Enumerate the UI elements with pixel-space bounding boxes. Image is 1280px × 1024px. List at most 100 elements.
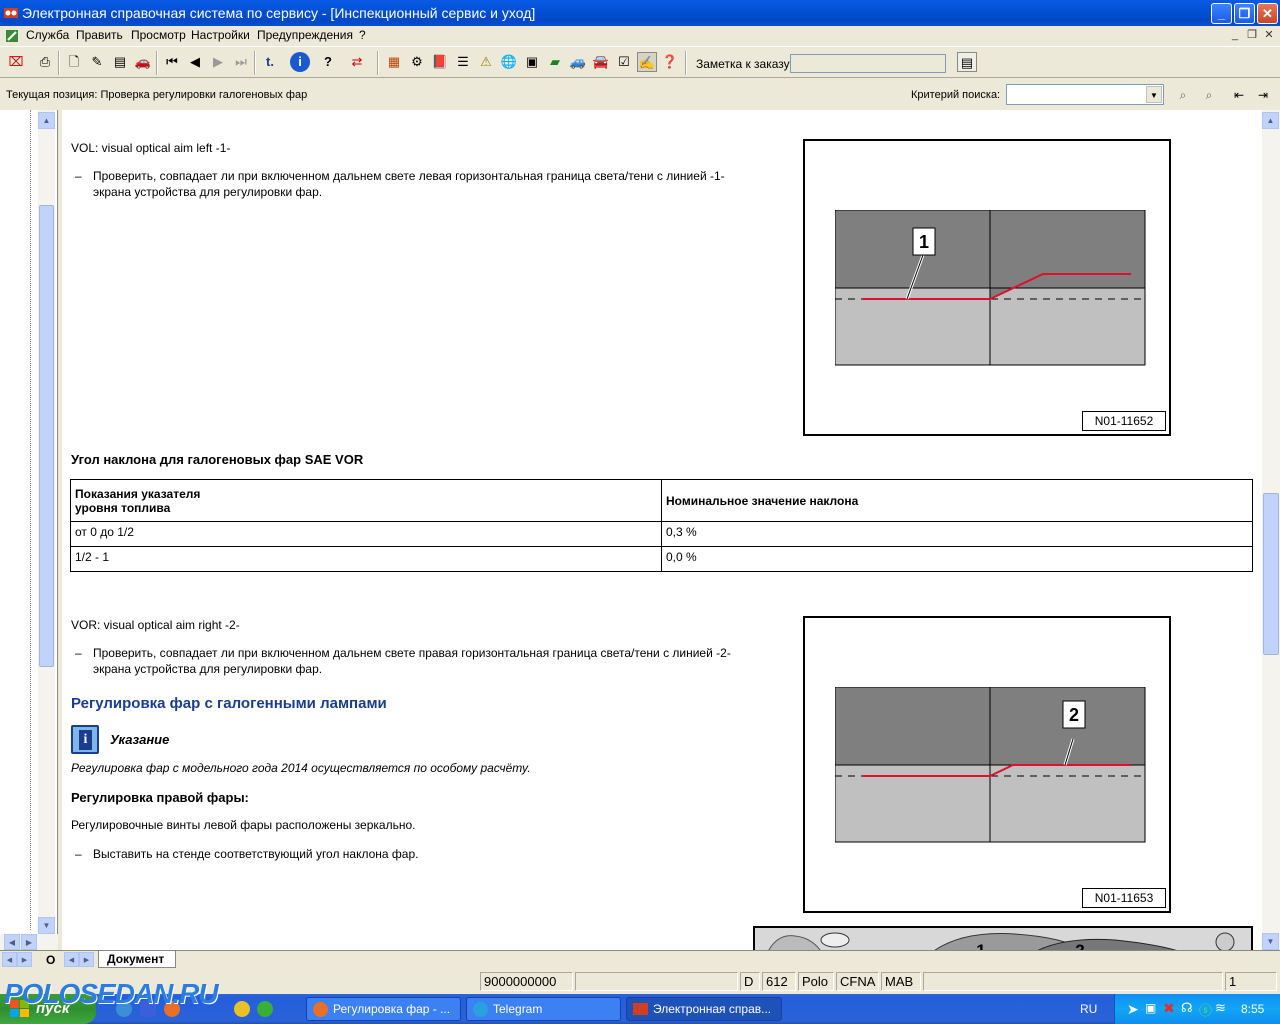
last-page-icon[interactable]: ⏭ <box>231 52 251 72</box>
doc-tab-scroll-left-icon[interactable]: ◀ <box>64 952 79 967</box>
right-headlight-heading: Регулировка правой фары: <box>71 790 249 805</box>
quicklaunch-app-icon[interactable] <box>257 1001 273 1017</box>
next-page-icon[interactable]: ▶ <box>208 52 228 72</box>
menu-settings[interactable]: Настройки <box>191 28 250 42</box>
vor-step-continued: экрана устройства для регулировки фар. <box>93 662 323 676</box>
document-vertical-scrollbar[interactable]: ▲ ▼ <box>1262 110 1280 950</box>
tab-document[interactable]: Документ <box>98 951 176 968</box>
globe-icon[interactable]: 🌐 <box>499 52 519 72</box>
navigation-tree-pane[interactable]: ▲ ▼ ◀ ▶ <box>0 110 58 950</box>
document-window-icon[interactable] <box>4 28 20 44</box>
notes-icon[interactable]: ▤ <box>110 52 130 72</box>
info-icon[interactable]: i <box>290 52 310 72</box>
taskbar-item-service-system[interactable]: Электронная справ... <box>626 997 782 1021</box>
wifi-icon[interactable]: ≋ <box>1215 1000 1226 1016</box>
tab-scroll-left-icon[interactable]: ◀ <box>2 952 17 967</box>
tab-left-pane[interactable]: О <box>46 953 55 967</box>
taskbar-item-firefox[interactable]: Регулировка фар - ... <box>306 997 461 1021</box>
service-app-icon <box>633 1003 648 1015</box>
tools-icon[interactable]: ⚙ <box>407 52 427 72</box>
table-cell: 1/2 - 1 <box>70 546 662 572</box>
search-prev-icon[interactable]: ⌕ <box>1172 84 1194 106</box>
status-page: 1 <box>1225 972 1277 991</box>
search-criteria-select[interactable]: ▼ <box>1006 84 1164 105</box>
expand-icon[interactable]: ⇥ <box>1252 84 1274 106</box>
mdi-close-button[interactable]: ✕ <box>1262 29 1276 41</box>
close-button[interactable]: ✕ <box>1257 3 1278 24</box>
order-note-button[interactable]: ▤ <box>957 52 977 72</box>
tree-scroll-thumb[interactable] <box>39 205 54 667</box>
status-gearbox: MAB <box>881 972 921 991</box>
right-headlight-step: Выставить на стенде соответствующий угол… <box>93 847 419 861</box>
green-book-icon[interactable]: ▰ <box>545 52 565 72</box>
car-search-icon[interactable]: 🚘 <box>591 52 611 72</box>
taskbar-item-telegram[interactable]: Telegram <box>466 997 621 1021</box>
vol-step-continued: экрана устройства для регулировки фар. <box>93 185 323 199</box>
help-icon[interactable]: ? <box>318 52 338 72</box>
network-icon[interactable]: ▣ <box>1145 1001 1156 1015</box>
scroll-up-icon[interactable]: ▲ <box>38 112 55 129</box>
document-scroll-thumb[interactable] <box>1263 493 1279 655</box>
menu-service[interactable]: Служба <box>26 28 69 42</box>
headset-icon[interactable]: ☊ <box>1181 1000 1193 1016</box>
print-icon[interactable]: ⎙ <box>35 52 55 72</box>
telegram-icon <box>473 1002 488 1017</box>
menu-help[interactable]: ? <box>359 28 366 42</box>
scroll-left-icon[interactable]: ◀ <box>4 934 20 950</box>
vehicle-icon[interactable]: 🚗 <box>133 52 153 72</box>
menu-view[interactable]: Просмотр <box>131 28 186 42</box>
tree-horizontal-scrollbar[interactable]: ◀ ▶ <box>0 934 58 950</box>
scroll-down-icon[interactable]: ▼ <box>1262 933 1279 950</box>
aim-screen-right-diagram: 2 <box>835 687 1146 843</box>
exit-icon[interactable]: ⌧ <box>6 52 26 72</box>
previous-page-icon[interactable]: ◀ <box>185 52 205 72</box>
checklist-icon[interactable]: ☑ <box>614 52 634 72</box>
quicklaunch-chrome-icon[interactable] <box>234 1001 250 1017</box>
tab-scroll-right-icon[interactable]: ▶ <box>17 952 32 967</box>
menu-edit[interactable]: Править <box>76 28 123 42</box>
parts-icon[interactable]: ▦ <box>384 52 404 72</box>
bullet-dash: – <box>75 847 82 861</box>
first-page-icon[interactable]: ⏮ <box>162 52 182 72</box>
app-icon <box>4 8 18 18</box>
scroll-down-icon[interactable]: ▼ <box>38 917 55 934</box>
figure-adjustment-screws: 1 2 <box>753 926 1253 950</box>
battery-icon[interactable]: ▣ <box>522 52 542 72</box>
chevron-down-icon[interactable]: ▼ <box>1146 86 1162 103</box>
search-next-icon[interactable]: ⌕ <box>1198 84 1220 106</box>
mdi-restore-button[interactable]: ❐ <box>1245 29 1259 41</box>
car-green-icon[interactable]: 🚙 <box>568 52 588 72</box>
go-up-icon[interactable]: t. <box>260 52 280 72</box>
skype-icon[interactable]: ⓢ <box>1199 1000 1212 1019</box>
scroll-right-icon[interactable]: ▶ <box>21 934 37 950</box>
order-number: 9000000000 <box>480 972 573 991</box>
scroll-up-icon[interactable]: ▲ <box>1262 112 1279 129</box>
book-icon[interactable]: 📕 <box>430 52 450 72</box>
note-label: Указание <box>110 732 170 747</box>
edit-document-icon[interactable]: ✎ <box>87 52 107 72</box>
order-note-input[interactable] <box>790 54 946 73</box>
warning-icon[interactable]: ⚠ <box>476 52 496 72</box>
doc-tab-scroll-right-icon[interactable]: ▶ <box>79 952 94 967</box>
list-icon[interactable]: ☰ <box>453 52 473 72</box>
vor-step: Проверить, совпадает ли при включенном д… <box>93 646 731 660</box>
telegram-tray-icon[interactable]: ➤ <box>1127 1001 1139 1018</box>
antivirus-icon[interactable]: ✖ <box>1163 1000 1175 1017</box>
restore-button[interactable]: ❐ <box>1234 3 1255 24</box>
switch-icon[interactable]: ⇄ <box>347 52 367 72</box>
menu-warnings[interactable]: Предупреждения <box>257 28 353 42</box>
tree-vertical-scrollbar[interactable]: ▲ ▼ <box>38 110 55 938</box>
menu-bar: Служба Править Просмотр Настройки Предуп… <box>0 26 1280 46</box>
minimize-button[interactable]: _ <box>1211 3 1232 24</box>
watermark: POLOSEDAN.RU <box>4 978 219 1009</box>
language-indicator[interactable]: RU <box>1080 1002 1097 1016</box>
callout-2: 2 <box>1069 705 1079 725</box>
document-content: VOL: visual optical aim left -1- – Прове… <box>62 110 1262 950</box>
collapse-icon[interactable]: ⇤ <box>1228 84 1250 106</box>
context-help-icon[interactable]: ❓ <box>660 52 680 72</box>
status-code: 612 <box>762 972 796 991</box>
new-document-icon[interactable]: 🗋 <box>64 52 84 72</box>
callout-1: 1 <box>976 941 985 950</box>
service-active-icon[interactable]: ✍ <box>637 52 657 72</box>
mdi-minimize-button[interactable]: _ <box>1228 29 1242 41</box>
